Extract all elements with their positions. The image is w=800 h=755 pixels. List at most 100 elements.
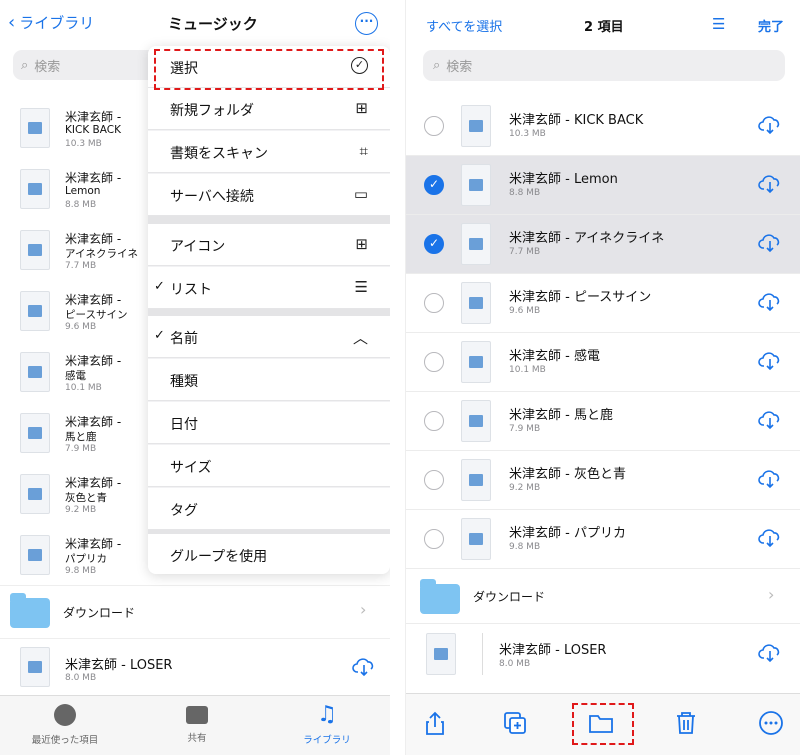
- file-row[interactable]: 米津玄師 - パプリカ 9.8 MB: [0, 525, 150, 587]
- file-row[interactable]: 米津玄師 - 灰色と青 9.2 MB: [406, 451, 800, 510]
- file-name: 米津玄師 - 感電: [509, 349, 600, 364]
- cloud-download-icon[interactable]: [758, 233, 782, 253]
- file-row[interactable]: 米津玄師 - ピースサイン 9.6 MB: [0, 281, 150, 343]
- file-row[interactable]: ✓ 米津玄師 - アイネクライネ 7.7 MB: [406, 215, 800, 274]
- menu-item[interactable]: サーバへ接続 ▭: [148, 174, 390, 216]
- file-size: 7.7 MB: [509, 247, 541, 257]
- select-all-button[interactable]: すべてを選択: [426, 16, 502, 35]
- folder-row-downloads[interactable]: ダウンロード ›: [406, 568, 800, 624]
- tab-recents[interactable]: 最近使った項目: [10, 704, 120, 746]
- file-size: 9.6 MB: [509, 306, 541, 316]
- file-name-line1: 米津玄師 -: [65, 171, 122, 185]
- list-view-icon[interactable]: ☰: [712, 15, 725, 33]
- file-row[interactable]: 米津玄師 - KICK BACK 10.3 MB: [0, 98, 150, 160]
- clock-icon: [54, 704, 76, 726]
- file-row[interactable]: 米津玄師 - 馬と鹿 7.9 MB: [406, 392, 800, 451]
- menu-item[interactable]: 新規フォルダ ⊞: [148, 88, 390, 130]
- file-row[interactable]: 米津玄師 - パプリカ 9.8 MB: [406, 510, 800, 569]
- audio-file-icon: [461, 282, 491, 324]
- search-field[interactable]: ⌕ 検索: [423, 50, 785, 81]
- file-row[interactable]: 米津玄師 - 灰色と青 9.2 MB: [0, 464, 150, 526]
- file-name-line2: Lemon: [65, 185, 101, 197]
- ellipsis-circle-icon[interactable]: ···: [355, 12, 378, 35]
- tab-library[interactable]: ♫ ライブラリ: [272, 704, 382, 747]
- menu-item[interactable]: 書類をスキャン ⌗: [148, 131, 390, 173]
- menu-item-label: サイズ: [170, 460, 212, 476]
- file-row[interactable]: 米津玄師 - 感電 10.1 MB: [406, 333, 800, 392]
- done-button[interactable]: 完了: [758, 16, 784, 35]
- checked-radio-icon[interactable]: ✓: [424, 175, 444, 195]
- search-icon: ⌕: [21, 57, 29, 73]
- audio-file-icon: [20, 352, 50, 392]
- file-size: 9.6 MB: [65, 322, 97, 332]
- file-size: 8.0 MB: [499, 659, 531, 669]
- file-name-line1: 米津玄師 -: [65, 415, 122, 429]
- share-icon[interactable]: [422, 710, 448, 736]
- cloud-download-icon[interactable]: [758, 643, 782, 663]
- search-placeholder: 検索: [34, 59, 61, 75]
- page-title: ミュージック: [168, 15, 258, 33]
- file-name-line1: 米津玄師 -: [65, 476, 122, 490]
- menu-item[interactable]: 種類: [148, 359, 390, 401]
- cloud-download-icon[interactable]: [758, 410, 782, 430]
- cloud-download-icon[interactable]: [758, 528, 782, 548]
- back-button[interactable]: ‹ ライブラリ: [8, 12, 94, 33]
- menu-item[interactable]: グループを使用: [148, 534, 390, 574]
- file-row[interactable]: 米津玄師 - ピースサイン 9.6 MB: [406, 274, 800, 333]
- audio-file-icon: [20, 535, 50, 575]
- file-name: 米津玄師 - LOSER: [65, 658, 173, 673]
- file-row[interactable]: 米津玄師 - 馬と鹿 7.9 MB: [0, 403, 150, 465]
- file-row[interactable]: 米津玄師 - アイネクライネ 7.7 MB: [0, 220, 150, 282]
- menu-item-label: 新規フォルダ: [170, 103, 254, 119]
- folder-row-downloads[interactable]: ダウンロード ›: [0, 585, 390, 637]
- radio-icon[interactable]: [424, 116, 444, 136]
- file-row[interactable]: ✓ 米津玄師 - Lemon 8.8 MB: [406, 156, 800, 215]
- menu-item[interactable]: アイコン ⊞: [148, 224, 390, 266]
- cloud-download-icon[interactable]: [758, 351, 782, 371]
- menu-item[interactable]: サイズ: [148, 445, 390, 487]
- radio-icon[interactable]: [424, 293, 444, 313]
- tab-bar: 最近使った項目 共有 ♫ ライブラリ: [0, 695, 390, 755]
- audio-file-icon: [461, 105, 491, 147]
- cloud-download-icon[interactable]: [352, 657, 376, 677]
- cloud-download-icon[interactable]: [758, 292, 782, 312]
- file-row[interactable]: 米津玄師 - KICK BACK 10.3 MB: [406, 97, 800, 156]
- file-size: 9.2 MB: [65, 505, 97, 515]
- audio-file-icon: [20, 108, 50, 148]
- radio-icon[interactable]: [424, 411, 444, 431]
- menu-item[interactable]: ✓ 名前 ︿: [148, 316, 390, 358]
- file-size: 7.9 MB: [509, 424, 541, 434]
- file-row[interactable]: 米津玄師 - 感電 10.1 MB: [0, 342, 150, 404]
- audio-file-icon: [20, 169, 50, 209]
- audio-file-icon: [20, 413, 50, 453]
- file-row-loser[interactable]: 米津玄師 - LOSER 8.0 MB: [0, 638, 390, 694]
- file-name-line2: 灰色と青: [65, 492, 107, 504]
- menu-item-label: 日付: [170, 417, 198, 433]
- file-name-line2: 感電: [65, 370, 86, 382]
- cloud-download-icon[interactable]: [758, 469, 782, 489]
- menu-item[interactable]: 日付: [148, 402, 390, 444]
- file-row[interactable]: 米津玄師 - Lemon 8.8 MB: [0, 159, 150, 221]
- menu-item[interactable]: タグ: [148, 488, 390, 530]
- cloud-download-icon[interactable]: [758, 115, 782, 135]
- radio-icon[interactable]: [424, 352, 444, 372]
- file-size: 7.9 MB: [65, 444, 97, 454]
- audio-file-icon: [461, 223, 491, 265]
- file-row-loser[interactable]: 米津玄師 - LOSER 8.0 MB: [406, 625, 800, 685]
- radio-icon[interactable]: [424, 470, 444, 490]
- radio-icon[interactable]: [424, 529, 444, 549]
- file-name-line1: 米津玄師 -: [65, 293, 122, 307]
- trash-icon[interactable]: [673, 710, 699, 736]
- menu-item[interactable]: ✓ リスト ☰: [148, 267, 390, 309]
- context-menu: 選択 ✓ 新規フォルダ ⊞ 書類をスキャン ⌗ サーバへ接続 ▭ アイコン ⊞ ✓ リスト ☰ ✓ 名前 ︿ 種…: [148, 46, 390, 574]
- more-icon[interactable]: [758, 710, 784, 736]
- chevron-left-icon: ‹: [8, 12, 16, 33]
- checked-radio-icon[interactable]: ✓: [424, 234, 444, 254]
- duplicate-icon[interactable]: [502, 710, 528, 736]
- display-icon: ▭: [353, 185, 368, 203]
- cloud-download-icon[interactable]: [758, 174, 782, 194]
- tab-shared[interactable]: 共有: [142, 704, 252, 744]
- file-name-line1: 米津玄師 -: [65, 232, 122, 246]
- menu-item-label: 種類: [170, 374, 198, 390]
- right-screen: すべてを選択 2 項目 ☰ 完了 ⌕ 検索 米津玄師 - KICK BACK 10…: [405, 0, 800, 755]
